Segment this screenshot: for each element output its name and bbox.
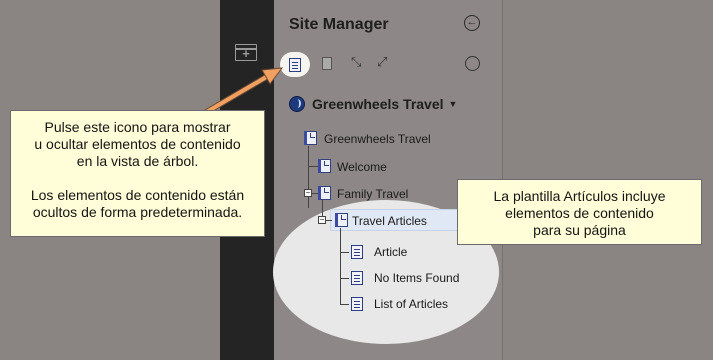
toggle-info-callout: Pulse este icono para mostrar u ocultar … <box>10 110 265 237</box>
callout-text: en la vista de árbol. <box>76 153 199 169</box>
callout-text: elementos de contenido <box>505 205 654 221</box>
template-info-callout: La plantilla Artículos incluye elementos… <box>457 179 702 245</box>
callout-text: Los elementos de contenido están <box>30 187 245 203</box>
callout-text: ocultos de forma predeterminada. <box>32 204 243 220</box>
callout-text: para su página <box>533 222 626 238</box>
callout-text: u ocultar elementos de contenido <box>34 136 241 152</box>
callout-text: Pulse este icono para mostrar <box>44 119 231 135</box>
callout-text: La plantilla Artículos incluye <box>493 188 666 204</box>
